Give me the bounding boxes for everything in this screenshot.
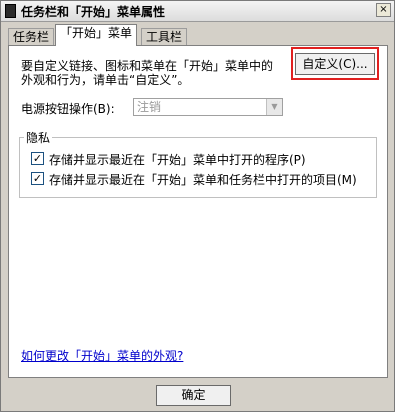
window-title: 任务栏和「开始」菜单属性 <box>21 5 166 19</box>
privacy-group-title: 隐私 <box>24 129 53 146</box>
power-action-value: 注销 <box>137 100 162 114</box>
start-menu-panel <box>8 45 388 378</box>
highlight-box <box>291 47 379 80</box>
recent-items-checkbox[interactable]: ✓ <box>31 172 44 185</box>
window-icon <box>5 4 16 18</box>
help-link[interactable]: 如何更改「开始」菜单的外观? <box>21 347 183 364</box>
chevron-down-icon: ▼ <box>266 99 282 115</box>
tab-start-menu[interactable]: 「开始」菜单 <box>55 24 138 46</box>
power-action-select[interactable]: 注销 ▼ <box>133 98 283 116</box>
close-button[interactable]: × <box>376 3 391 17</box>
tab-toolbars[interactable]: 工具栏 <box>141 28 188 45</box>
recent-programs-checkbox[interactable]: ✓ <box>31 152 44 165</box>
power-button-label: 电源按钮操作(B): <box>21 102 115 116</box>
recent-items-label: 存储并显示最近在「开始」菜单和任务栏中打开的项目(M) <box>49 173 357 187</box>
tab-taskbar[interactable]: 任务栏 <box>8 28 55 45</box>
recent-programs-label: 存储并显示最近在「开始」菜单中打开的程序(P) <box>49 153 306 167</box>
ok-button[interactable]: 确定 <box>156 385 231 406</box>
properties-window: 任务栏和「开始」菜单属性 × 任务栏 「开始」菜单 工具栏 要自定义链接、图标和… <box>0 0 395 412</box>
title-bar: 任务栏和「开始」菜单属性 × <box>1 1 394 22</box>
description-line-2: 外观和行为，请单击“自定义”。 <box>21 73 190 87</box>
